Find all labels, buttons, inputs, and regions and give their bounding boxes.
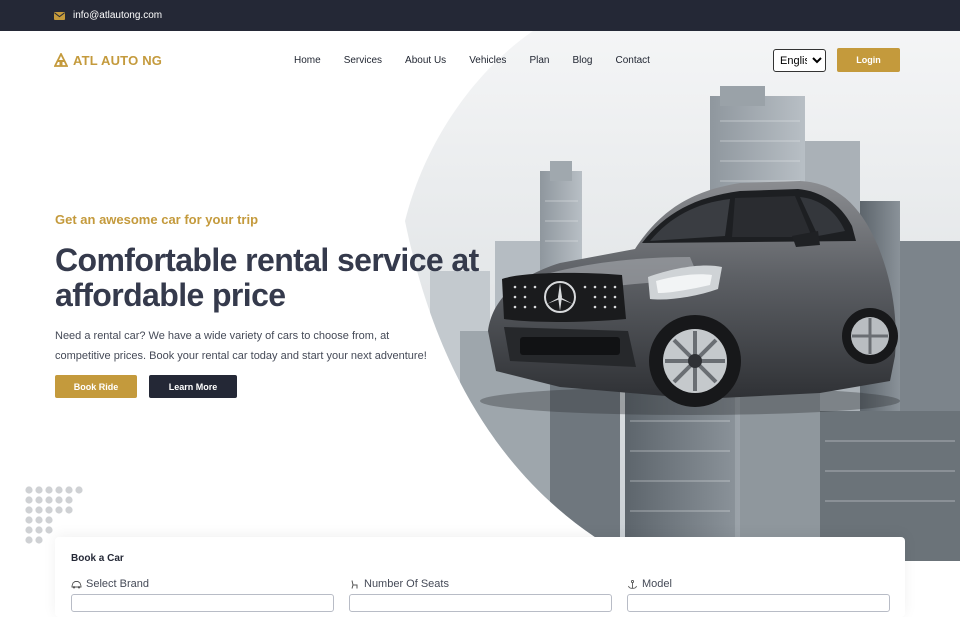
logo-icon — [54, 53, 68, 67]
seats-field: Number Of Seats — [349, 578, 612, 612]
nav-item-home[interactable]: Home — [294, 55, 321, 66]
booking-card: Book a Car Select Brand Number Of Seats … — [55, 537, 905, 617]
seats-field-label-text: Number Of Seats — [364, 578, 449, 590]
nav-item-vehicles[interactable]: Vehicles — [469, 55, 506, 66]
contact-email[interactable]: info@atlautong.com — [73, 10, 162, 21]
car-icon — [71, 580, 82, 588]
anchor-icon — [628, 579, 637, 589]
book-ride-button[interactable]: Book Ride — [55, 375, 137, 398]
language-select[interactable]: English — [773, 49, 826, 72]
envelope-icon — [54, 11, 65, 20]
model-field: Model — [627, 578, 890, 612]
brand-logo[interactable]: ATL AUTO NG — [54, 53, 162, 68]
booking-title: Book a Car — [71, 553, 124, 564]
brand-field: Select Brand — [71, 578, 334, 612]
nav-item-contact[interactable]: Contact — [615, 55, 649, 66]
learn-more-button[interactable]: Learn More — [149, 375, 237, 398]
nav-item-plan[interactable]: Plan — [529, 55, 549, 66]
hero-tagline: Get an awesome car for your trip — [55, 212, 259, 227]
nav-item-services[interactable]: Services — [344, 55, 382, 66]
seats-field-label: Number Of Seats — [349, 578, 612, 590]
model-field-label-text: Model — [642, 578, 672, 590]
seat-icon — [351, 579, 358, 589]
nav-item-blog[interactable]: Blog — [572, 55, 592, 66]
brand-field-label-text: Select Brand — [86, 578, 149, 590]
hero-cta-row: Book Ride Learn More — [55, 375, 237, 398]
hero-description: Need a rental car? We have a wide variet… — [55, 330, 427, 362]
brand-select[interactable] — [71, 594, 334, 612]
nav-links: Home Services About Us Vehicles Plan Blo… — [294, 31, 673, 89]
seats-select[interactable] — [349, 594, 612, 612]
top-bar: info@atlautong.com — [0, 0, 960, 31]
brand-field-label: Select Brand — [71, 578, 334, 590]
brand-name: ATL AUTO NG — [73, 52, 163, 68]
nav-item-about-us[interactable]: About Us — [405, 55, 446, 66]
main-navbar: ATL AUTO NG Home Services About Us Vehic… — [0, 31, 960, 89]
model-field-label: Model — [627, 578, 890, 590]
hero-content: Get an awesome car for your trip Comfort… — [55, 212, 485, 366]
model-select[interactable] — [627, 594, 890, 612]
login-button[interactable]: Login — [837, 48, 900, 72]
hero-headline: Comfortable rental service at affordable… — [55, 242, 479, 313]
